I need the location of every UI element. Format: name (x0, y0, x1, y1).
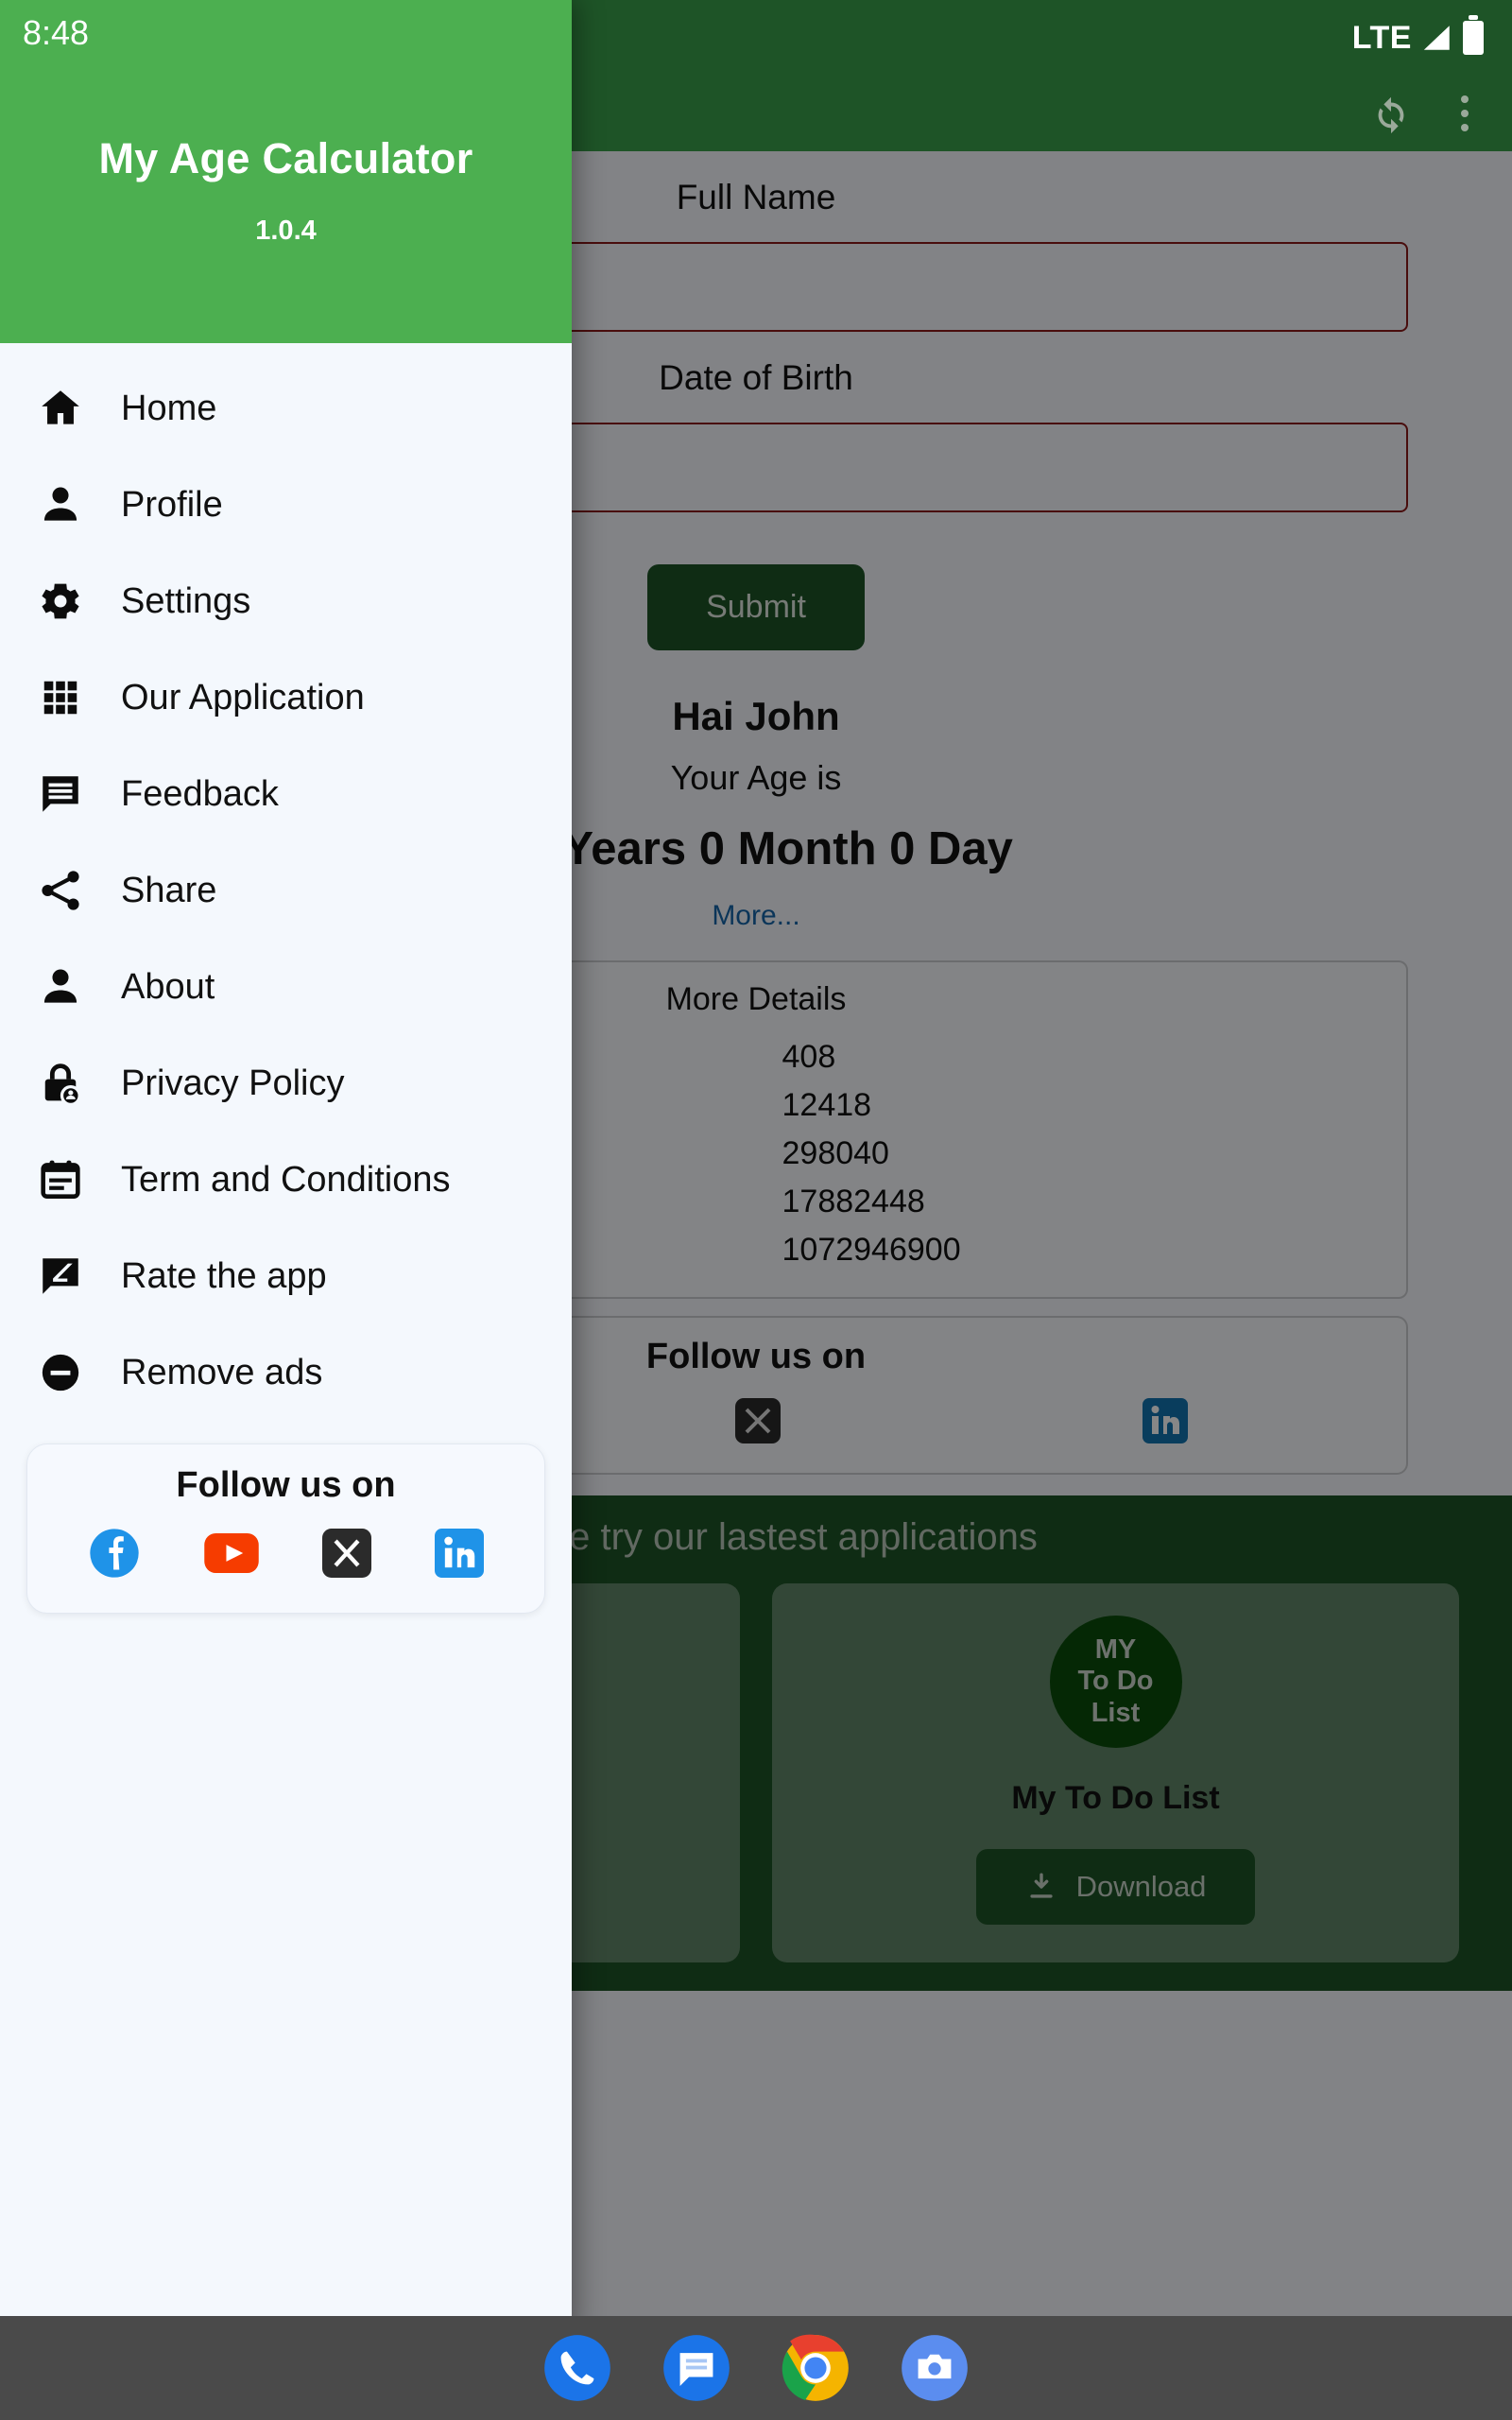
sidebar-item-label: Privacy Policy (121, 1063, 345, 1103)
app-version: 1.0.4 (255, 216, 317, 246)
system-dock (0, 2316, 1512, 2420)
clock-label: 8:48 (23, 13, 90, 52)
sidebar-item-profile[interactable]: Profile (0, 457, 572, 553)
gear-icon (34, 575, 87, 628)
sidebar-item-settings[interactable]: Settings (0, 553, 572, 649)
camera-icon[interactable] (899, 2332, 971, 2404)
signal-bars-icon (1423, 26, 1450, 50)
sidebar-item-label: Profile (121, 484, 223, 525)
sidebar-item-home[interactable]: Home (0, 360, 572, 457)
phone-icon[interactable] (541, 2332, 613, 2404)
chat-bubble-icon (34, 768, 87, 821)
rate-review-icon (34, 1250, 87, 1303)
refresh-icon[interactable] (1366, 89, 1416, 138)
sidebar-item-label: About (121, 966, 215, 1007)
sidebar-item-about[interactable]: About (0, 939, 572, 1035)
sidebar-item-term-and-conditions[interactable]: Term and Conditions (0, 1132, 572, 1228)
person-icon (34, 478, 87, 531)
sidebar-item-our-application[interactable]: Our Application (0, 649, 572, 746)
apps-grid-icon (34, 671, 87, 724)
x-twitter-icon[interactable] (322, 1529, 372, 1582)
sidebar-item-label: Home (121, 388, 217, 428)
share-icon (34, 864, 87, 917)
sidebar-item-label: Feedback (121, 773, 279, 814)
more-vert-icon[interactable] (1440, 89, 1489, 138)
battery-full-icon (1463, 15, 1484, 55)
chrome-icon[interactable] (780, 2332, 851, 2404)
status-bar-right: LTE (1351, 15, 1484, 57)
drawer-follow-card: Follow us on (26, 1443, 545, 1614)
linkedin-icon[interactable] (435, 1529, 485, 1582)
sidebar-item-label: Share (121, 870, 217, 910)
sidebar-item-label: Rate the app (121, 1255, 327, 1296)
network-type-label: LTE (1351, 19, 1412, 56)
youtube-icon[interactable] (204, 1533, 259, 1578)
lock-person-icon (34, 1057, 87, 1110)
sidebar-item-remove-ads[interactable]: Remove ads (0, 1324, 572, 1421)
messages-icon[interactable] (661, 2332, 732, 2404)
calendar-note-icon (34, 1153, 87, 1206)
app-title: My Age Calculator (98, 134, 473, 182)
navigation-drawer: 8:48 My Age Calculator 1.0.4 Home Profil… (0, 0, 572, 2354)
home-icon (34, 382, 87, 435)
drawer-social-row (27, 1527, 544, 1584)
sidebar-item-label: Our Application (121, 677, 365, 717)
sidebar-item-feedback[interactable]: Feedback (0, 746, 572, 842)
remove-circle-icon (34, 1346, 87, 1399)
drawer-header: 8:48 My Age Calculator 1.0.4 (0, 0, 572, 343)
sidebar-item-rate-the-app[interactable]: Rate the app (0, 1228, 572, 1324)
sidebar-item-label: Remove ads (121, 1352, 323, 1392)
drawer-menu: Home Profile Settings Our Application Fe… (0, 343, 572, 1421)
sidebar-item-share[interactable]: Share (0, 842, 572, 939)
sidebar-item-label: Settings (121, 580, 251, 621)
drawer-follow-title: Follow us on (176, 1465, 396, 1505)
sidebar-item-label: Term and Conditions (121, 1159, 451, 1200)
facebook-icon[interactable] (88, 1527, 141, 1584)
person-icon (34, 960, 87, 1013)
sidebar-item-privacy-policy[interactable]: Privacy Policy (0, 1035, 572, 1132)
